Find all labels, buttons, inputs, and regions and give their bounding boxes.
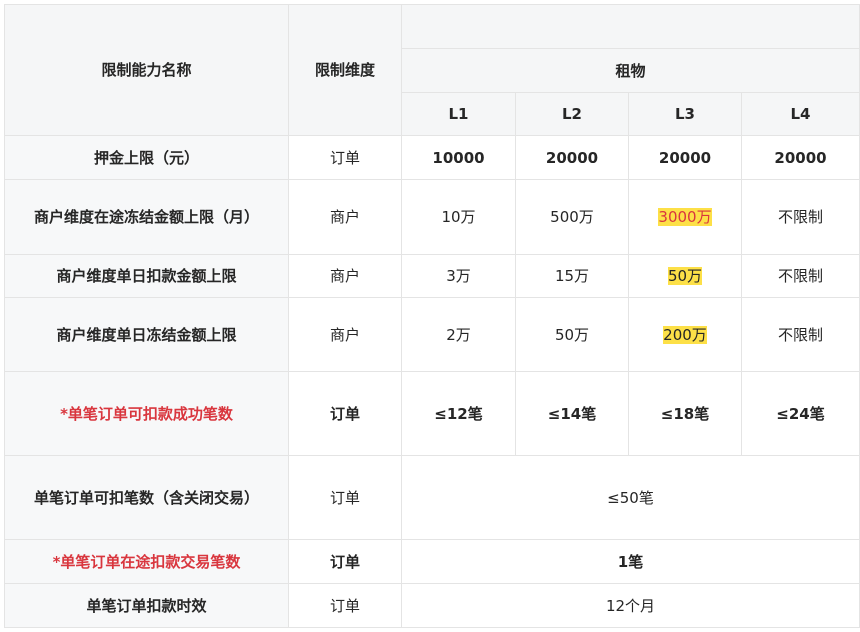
limits-table: 限制能力名称 限制维度 租物 L1 L2 L3 L4 押金上限（元） 订单 10… — [4, 4, 860, 628]
row-value-l1: 10万 — [401, 179, 516, 255]
row-dimension: 订单 — [288, 583, 402, 628]
row-name: *单笔订单可扣款成功笔数 — [4, 371, 289, 456]
row-value-merged: 1笔 — [401, 539, 860, 584]
row-value-l1: 3万 — [401, 254, 516, 298]
row-dimension: 商户 — [288, 254, 402, 298]
header-dimension: 限制维度 — [288, 4, 402, 136]
row-value-l2: 50万 — [515, 297, 629, 372]
row-dimension: 商户 — [288, 179, 402, 255]
row-dimension: 订单 — [288, 539, 402, 584]
row-value-l2: ≤14笔 — [515, 371, 629, 456]
header-level-l2: L2 — [515, 92, 629, 136]
row-value-l2: 20000 — [515, 135, 629, 180]
row-name: 商户维度单日扣款金额上限 — [4, 254, 289, 298]
row-dimension: 订单 — [288, 455, 402, 540]
table-row: 商户维度单日冻结金额上限 商户 2万 50万 200万 不限制 — [4, 297, 860, 372]
table-row: 商户维度在途冻结金额上限（月） 商户 10万 500万 3000万 不限制 — [4, 179, 860, 255]
table-row: 商户维度单日扣款金额上限 商户 3万 15万 50万 不限制 — [4, 254, 860, 298]
row-value-l3: 3000万 — [628, 179, 742, 255]
table-row: *单笔订单可扣款成功笔数 订单 ≤12笔 ≤14笔 ≤18笔 ≤24笔 — [4, 371, 860, 456]
row-value-l4: 不限制 — [741, 254, 860, 298]
row-dimension: 商户 — [288, 297, 402, 372]
row-value-l1: ≤12笔 — [401, 371, 516, 456]
row-value-l4: 20000 — [741, 135, 860, 180]
highlighted-value: 200万 — [663, 325, 707, 344]
row-value-l3: 20000 — [628, 135, 742, 180]
header-level-l1: L1 — [401, 92, 516, 136]
table-row: 单笔订单扣款时效 订单 12个月 — [4, 583, 860, 628]
row-value-l4: 不限制 — [741, 179, 860, 255]
row-value-l1: 10000 — [401, 135, 516, 180]
table-row: *单笔订单在途扣款交易笔数 订单 1笔 — [4, 539, 860, 584]
row-dimension: 订单 — [288, 371, 402, 456]
row-dimension: 订单 — [288, 135, 402, 180]
row-value-l4: ≤24笔 — [741, 371, 860, 456]
row-name: 单笔订单扣款时效 — [4, 583, 289, 628]
row-value-l1: 2万 — [401, 297, 516, 372]
row-value-l2: 15万 — [515, 254, 629, 298]
row-value-merged: 12个月 — [401, 583, 860, 628]
table-row: 单笔订单可扣笔数（含关闭交易） 订单 ≤50笔 — [4, 455, 860, 540]
row-value-l3: 200万 — [628, 297, 742, 372]
header-group-zuwu: 租物 — [401, 48, 860, 93]
table-row: 押金上限（元） 订单 10000 20000 20000 20000 — [4, 135, 860, 180]
header-row-top: 限制能力名称 限制维度 — [4, 4, 860, 136]
row-name: *单笔订单在途扣款交易笔数 — [4, 539, 289, 584]
row-name: 商户维度在途冻结金额上限（月） — [4, 179, 289, 255]
highlighted-value: 50万 — [667, 267, 703, 285]
row-value-l3: 50万 — [628, 254, 742, 298]
row-value-merged: ≤50笔 — [401, 455, 860, 540]
row-name: 单笔订单可扣笔数（含关闭交易） — [4, 455, 289, 540]
highlighted-value: 3000万 — [658, 208, 712, 226]
header-empty-cell — [401, 4, 860, 49]
header-level-l4: L4 — [741, 92, 860, 136]
header-level-l3: L3 — [628, 92, 742, 136]
header-ability-name: 限制能力名称 — [4, 4, 289, 136]
row-name: 商户维度单日冻结金额上限 — [4, 297, 289, 372]
row-value-l3: ≤18笔 — [628, 371, 742, 456]
row-value-l2: 500万 — [515, 179, 629, 255]
row-value-l4: 不限制 — [741, 297, 860, 372]
limits-table-container: 限制能力名称 限制维度 租物 L1 L2 L3 L4 押金上限（元） 订单 10… — [4, 4, 860, 631]
row-name: 押金上限（元） — [4, 135, 289, 180]
